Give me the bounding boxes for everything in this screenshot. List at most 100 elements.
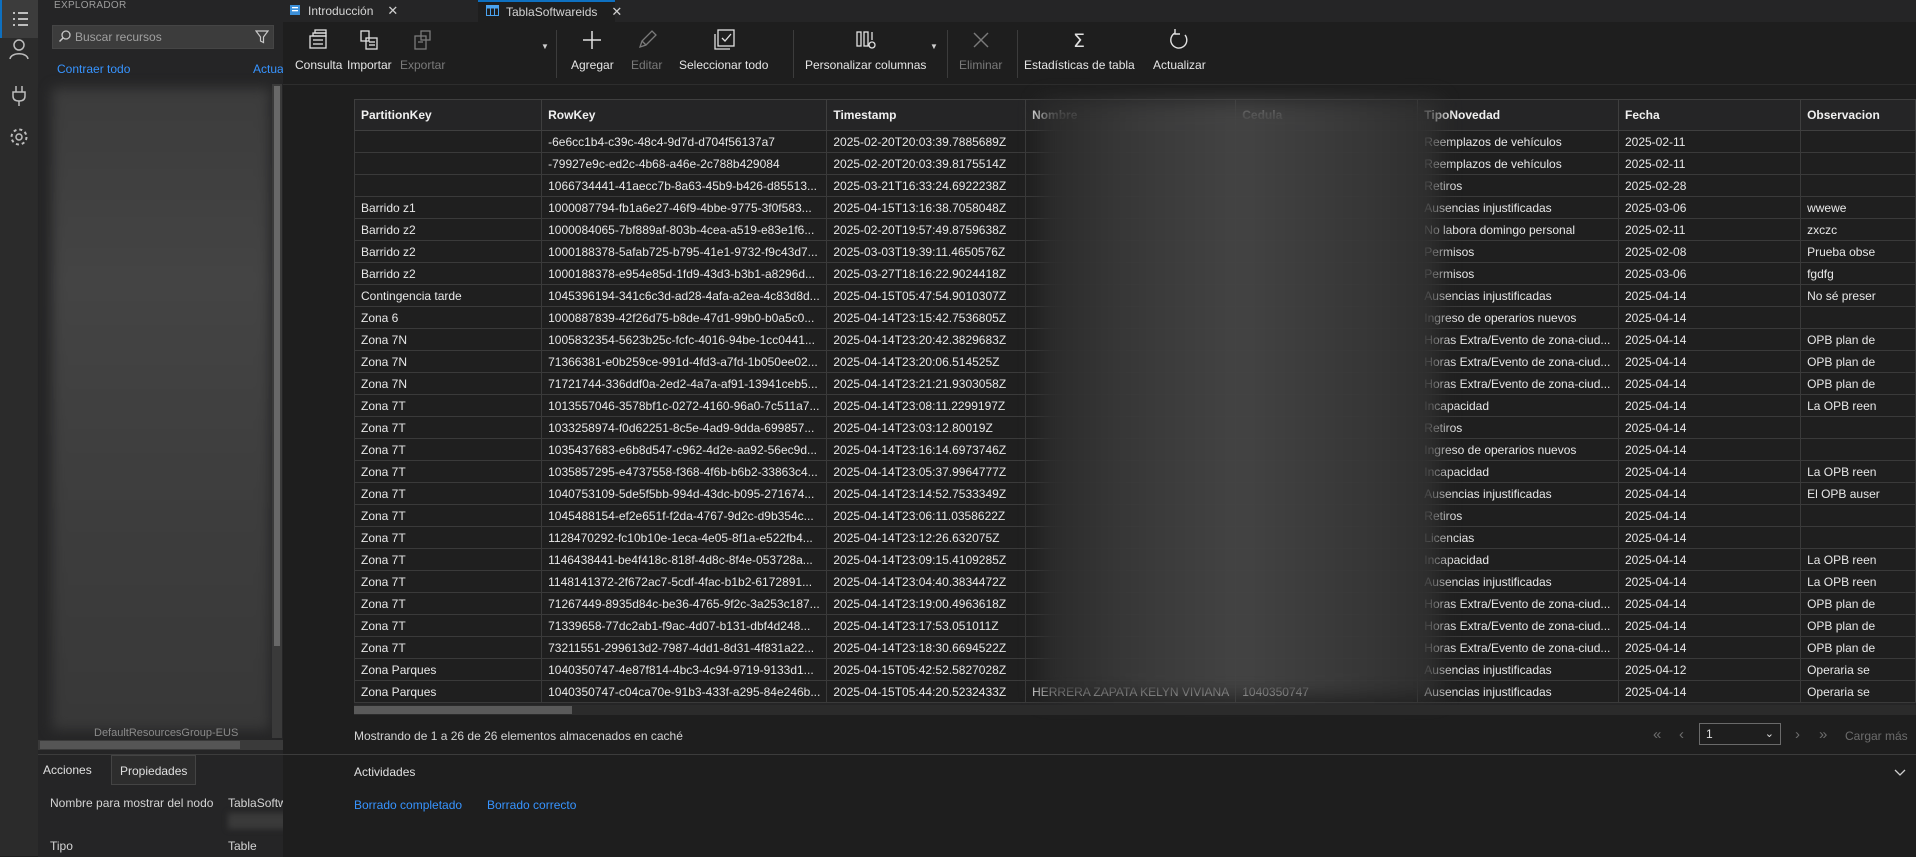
table-cell[interactable]: 2025-04-15T05:47:54.9010307Z <box>826 284 1027 307</box>
gear-icon[interactable] <box>0 118 38 156</box>
table-cell[interactable]: Horas Extra/Evento de zona-ciud... <box>1417 636 1619 659</box>
table-cell[interactable]: 2025-04-14 <box>1617 416 1802 439</box>
table-cell[interactable]: 2025-04-14T23:21:21.9303058Z <box>826 372 1027 395</box>
table-cell[interactable]: 1040350747-c04ca70e-91b3-433f-a295-84e24… <box>541 680 828 703</box>
table-cell[interactable]: Permisos <box>1417 240 1619 263</box>
table-cell[interactable] <box>1800 526 1916 549</box>
prev-page-icon[interactable]: ‹ <box>1679 726 1684 743</box>
table-cell[interactable]: 71267449-8935d84c-be36-4765-9f2c-3a253c1… <box>541 592 828 615</box>
table-cell[interactable]: Barrido z2 <box>354 218 543 241</box>
table-cell[interactable]: 2025-04-14 <box>1617 614 1802 637</box>
explorer-hscrollbar[interactable] <box>38 740 283 750</box>
table-cell[interactable]: Horas Extra/Evento de zona-ciud... <box>1417 614 1619 637</box>
table-cell[interactable]: 2025-02-11 <box>1617 218 1802 241</box>
table-cell[interactable]: 2025-04-12 <box>1617 658 1802 681</box>
table-cell[interactable]: OPB plan de <box>1800 592 1916 615</box>
table-cell[interactable]: OPB plan de <box>1800 636 1916 659</box>
table-cell[interactable]: Ausencias injustificadas <box>1417 658 1619 681</box>
table-cell[interactable]: 2025-04-14T23:16:14.6973746Z <box>826 438 1027 461</box>
table-cell[interactable]: 1045488154-ef2e651f-f2da-4767-9d2c-d9b35… <box>541 504 828 527</box>
table-cell[interactable]: 2025-04-15T13:16:38.7058048Z <box>826 196 1027 219</box>
select-all-button[interactable]: Seleccionar todo <box>679 26 768 80</box>
table-cell[interactable]: La OPB reen <box>1800 394 1916 417</box>
table-cell[interactable]: OPB plan de <box>1800 350 1916 373</box>
table-cell[interactable]: 2025-04-14 <box>1617 306 1802 329</box>
table-cell[interactable]: La OPB reen <box>1800 548 1916 571</box>
table-cell[interactable]: 2025-04-14 <box>1617 284 1802 307</box>
table-cell[interactable]: 1000188378-e954e85d-1fd9-43d3-b3b1-a8296… <box>541 262 828 285</box>
table-cell[interactable]: Retiros <box>1417 504 1619 527</box>
table-cell[interactable]: El OPB auser <box>1800 482 1916 505</box>
table-cell[interactable]: Zona 7T <box>354 504 543 527</box>
edit-button[interactable]: Editar <box>631 26 662 80</box>
table-cell[interactable]: 2025-04-14 <box>1617 592 1802 615</box>
table-cell[interactable]: Zona 7T <box>354 416 543 439</box>
table-cell[interactable]: 71366381-e0b259ce-991d-4fd3-a7fd-1b050ee… <box>541 350 828 373</box>
table-cell[interactable]: Contingencia tarde <box>354 284 543 307</box>
table-cell[interactable]: Horas Extra/Evento de zona-ciud... <box>1417 350 1619 373</box>
table-cell[interactable]: Licencias <box>1417 526 1619 549</box>
table-cell[interactable]: 2025-02-20T20:03:39.8175514Z <box>826 152 1027 175</box>
column-header[interactable]: RowKey <box>541 99 828 131</box>
table-cell[interactable]: wwewe <box>1800 196 1916 219</box>
export-dropdown-icon[interactable]: ▼ <box>541 42 549 51</box>
table-cell[interactable]: 1005832354-5623b25c-fcfc-4016-94be-1cc04… <box>541 328 828 351</box>
table-cell[interactable]: zxczc <box>1800 218 1916 241</box>
table-cell[interactable]: Ausencias injustificadas <box>1417 570 1619 593</box>
table-cell[interactable]: 1000887839-42f26d75-b8de-47d1-99b0-b0a5c… <box>541 306 828 329</box>
table-cell[interactable]: 2025-03-21T16:33:24.6922238Z <box>826 174 1027 197</box>
table-cell[interactable]: Horas Extra/Evento de zona-ciud... <box>1417 372 1619 395</box>
table-cell[interactable]: fgdfg <box>1800 262 1916 285</box>
table-cell[interactable] <box>354 130 543 153</box>
table-cell[interactable]: 2025-04-14 <box>1617 394 1802 417</box>
table-cell[interactable]: 2025-04-14T23:20:06.514525Z <box>826 350 1027 373</box>
table-cell[interactable]: 2025-02-08 <box>1617 240 1802 263</box>
table-cell[interactable]: Barrido z1 <box>354 196 543 219</box>
collapse-all-link[interactable]: Contraer todo <box>57 62 130 76</box>
table-cell[interactable]: Zona 7T <box>354 460 543 483</box>
table-cell[interactable]: 2025-02-11 <box>1617 152 1802 175</box>
tab-tablasoftwareids[interactable]: TablaSoftwareids ✕ <box>478 0 622 22</box>
delete-button[interactable]: Eliminar <box>959 26 1002 80</box>
table-cell[interactable]: Horas Extra/Evento de zona-ciud... <box>1417 592 1619 615</box>
table-cell[interactable]: -6e6cc1b4-c39c-48c4-9d7d-d704f56137a7 <box>541 130 828 153</box>
refresh-button[interactable]: Actualizar <box>1153 26 1206 80</box>
table-cell[interactable]: Zona 7T <box>354 636 543 659</box>
table-cell[interactable] <box>1800 306 1916 329</box>
table-cell[interactable]: Ausencias injustificadas <box>1417 196 1619 219</box>
table-cell[interactable]: 2025-04-14 <box>1617 636 1802 659</box>
column-header[interactable]: Observacion <box>1800 99 1916 131</box>
close-icon[interactable]: ✕ <box>387 3 398 19</box>
account-icon[interactable] <box>0 30 38 68</box>
table-cell[interactable]: 1000188378-5afab725-b795-41e1-9732-f9c43… <box>541 240 828 263</box>
table-cell[interactable]: Horas Extra/Evento de zona-ciud... <box>1417 328 1619 351</box>
table-cell[interactable]: 2025-04-14T23:09:15.4109285Z <box>826 548 1027 571</box>
table-cell[interactable]: Zona 7T <box>354 614 543 637</box>
table-cell[interactable] <box>1800 174 1916 197</box>
table-cell[interactable]: 2025-04-14T23:03:12.80019Z <box>826 416 1027 439</box>
table-cell[interactable]: 2025-04-14T23:08:11.2299197Z <box>826 394 1027 417</box>
table-cell[interactable]: Prueba obse <box>1800 240 1916 263</box>
table-cell[interactable]: Zona 7T <box>354 548 543 571</box>
activity-item[interactable]: Borrado correcto <box>487 798 576 812</box>
table-cell[interactable]: 1040350747-4e87f814-4bc3-4c94-9719-9133d… <box>541 658 828 681</box>
table-cell[interactable]: 2025-04-14T23:15:42.7536805Z <box>826 306 1027 329</box>
table-cell[interactable]: 1033258974-f0d62251-8c5e-4ad9-9dda-69985… <box>541 416 828 439</box>
column-header[interactable]: Fecha <box>1617 99 1802 131</box>
table-cell[interactable]: 2025-04-14T23:06:11.0358622Z <box>826 504 1027 527</box>
plug-icon[interactable] <box>0 77 38 115</box>
table-cell[interactable]: Zona 7N <box>354 350 543 373</box>
table-cell[interactable]: La OPB reen <box>1800 460 1916 483</box>
table-cell[interactable]: No labora domingo personal <box>1417 218 1619 241</box>
table-cell[interactable] <box>1800 416 1916 439</box>
table-cell[interactable]: Zona 7N <box>354 328 543 351</box>
table-cell[interactable]: Zona 7N <box>354 372 543 395</box>
column-header[interactable]: Timestamp <box>826 99 1027 131</box>
last-page-icon[interactable]: » <box>1819 726 1827 743</box>
table-cell[interactable]: 2025-04-14T23:14:52.7533349Z <box>826 482 1027 505</box>
table-cell[interactable]: 2025-02-20T20:03:39.7885689Z <box>826 130 1027 153</box>
table-cell[interactable]: 1066734441-41aecc7b-8a63-45b9-b426-d8551… <box>541 174 828 197</box>
table-cell[interactable]: Zona 7T <box>354 592 543 615</box>
table-cell[interactable]: 2025-02-28 <box>1617 174 1802 197</box>
table-cell[interactable]: Zona 6 <box>354 306 543 329</box>
